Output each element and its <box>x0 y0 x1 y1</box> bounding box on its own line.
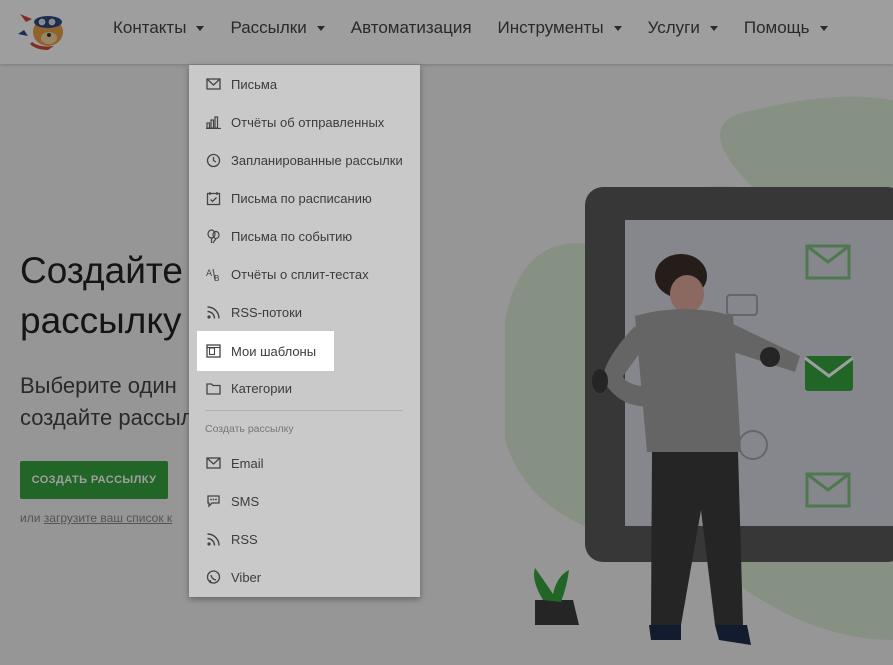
menu-item-create-viber[interactable]: Viber <box>197 561 412 593</box>
menu-item-sent-reports[interactable]: Отчёты об отправленных <box>197 106 412 138</box>
svg-text:A: A <box>206 269 213 279</box>
menu-item-label: Отчёты о сплит-тестах <box>231 266 369 282</box>
menu-divider <box>205 410 403 411</box>
menu-item-split-test-reports[interactable]: AB Отчёты о сплит-тестах <box>197 258 412 290</box>
menu-item-label: RSS <box>231 531 258 547</box>
balloons-icon <box>205 228 221 244</box>
svg-text:B: B <box>214 274 220 282</box>
menu-item-letters-by-event[interactable]: Письма по событию <box>197 220 412 252</box>
create-campaign-section-header: Создать рассылку <box>205 423 294 435</box>
campaigns-dropdown-menu: Письма Отчёты об отправленных Запланиров… <box>189 65 420 597</box>
menu-item-create-sms[interactable]: SMS <box>197 485 412 517</box>
menu-item-label: Письма по событию <box>231 228 353 244</box>
template-icon <box>205 343 221 359</box>
menu-item-scheduled-campaigns[interactable]: Запланированные рассылки <box>197 144 412 176</box>
menu-item-label: SMS <box>231 493 260 509</box>
menu-item-create-email[interactable]: Email <box>197 447 412 479</box>
menu-item-label: Запланированные рассылки <box>231 152 403 168</box>
folder-icon <box>205 380 221 396</box>
menu-item-letters[interactable]: Письма <box>197 68 412 100</box>
rss-icon <box>205 304 221 320</box>
menu-item-label: RSS-потоки <box>231 304 303 320</box>
clock-icon <box>205 152 221 168</box>
menu-item-label: Письма по расписанию <box>231 190 372 206</box>
bar-chart-icon <box>205 114 221 130</box>
menu-item-label: Email <box>231 455 264 471</box>
viber-icon <box>205 569 221 585</box>
envelope-icon <box>205 76 221 92</box>
menu-item-my-templates[interactable]: Мои шаблоны <box>197 331 334 371</box>
modal-overlay[interactable] <box>0 0 893 665</box>
menu-item-label: Мои шаблоны <box>231 343 317 359</box>
menu-item-create-rss[interactable]: RSS <box>197 523 412 555</box>
ab-split-icon: AB <box>205 266 221 282</box>
envelope-icon <box>205 455 221 471</box>
menu-item-label: Отчёты об отправленных <box>231 114 385 130</box>
sms-icon <box>205 493 221 509</box>
menu-item-label: Категории <box>231 380 292 396</box>
menu-item-label: Viber <box>231 569 262 585</box>
rss-icon <box>205 531 221 547</box>
menu-item-rss-feeds[interactable]: RSS-потоки <box>197 296 412 328</box>
menu-item-categories[interactable]: Категории <box>197 372 412 404</box>
menu-item-letters-by-schedule[interactable]: Письма по расписанию <box>197 182 412 214</box>
menu-item-label: Письма <box>231 76 278 92</box>
calendar-check-icon <box>205 190 221 206</box>
